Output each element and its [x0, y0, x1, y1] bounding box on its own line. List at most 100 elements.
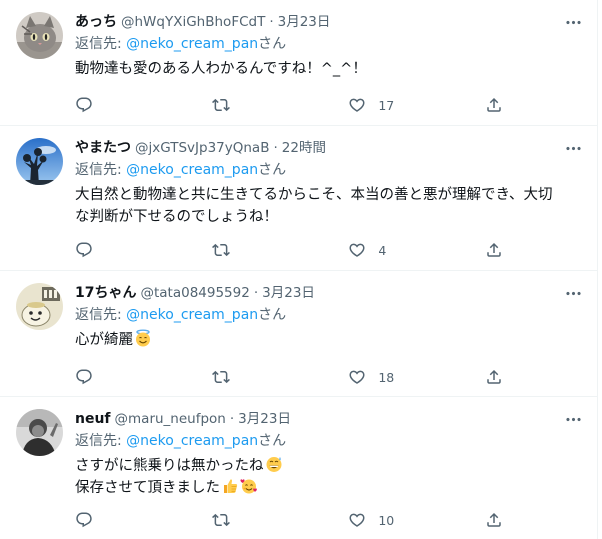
tweet-text-segment: 心が綺麗 [75, 332, 133, 348]
smiling-face-with-hearts-emoji [240, 479, 257, 494]
smiling-face-with-halo-emoji [136, 329, 150, 347]
reply-context: 返信先: @neko_cream_panさん [75, 431, 585, 451]
mention-link[interactable]: @neko_cream_pan [126, 162, 258, 178]
retweet-button[interactable] [212, 94, 292, 116]
share-button[interactable] [485, 239, 505, 261]
more-horizontal-icon [564, 13, 583, 32]
reply-suffix: さん [258, 433, 287, 449]
retweet-arrows-icon [212, 368, 230, 386]
retweet-button[interactable] [212, 509, 292, 531]
character-illustration-avatar [16, 283, 63, 330]
tweet[interactable]: あっち @hWqYXiGhBhoFCdT · 3月23日 返信先: @neko_… [0, 0, 597, 126]
avatar[interactable] [16, 409, 63, 456]
tweet[interactable]: 17ちゃん @tata08495592 · 3月23日 返信先: @neko_c… [0, 271, 597, 397]
user-handle[interactable]: @hWqYXiGhBhoFCdT [121, 12, 265, 32]
sky-tree-photo-avatar [16, 138, 63, 185]
reply-prefix: 返信先: [75, 36, 127, 52]
action-bar: 17 [75, 94, 505, 116]
monochrome-person-photo-avatar [16, 409, 63, 456]
more-options-button[interactable] [561, 10, 585, 34]
action-bar: 4 [75, 239, 505, 261]
reply-button[interactable] [75, 239, 155, 261]
avatar[interactable] [16, 138, 63, 185]
user-handle[interactable]: @maru_neufpon [115, 409, 226, 429]
heart-icon [348, 241, 366, 259]
tweet-text-segment: さすがに熊乗りは無かったね [75, 458, 264, 474]
reply-context: 返信先: @neko_cream_panさん [75, 160, 585, 180]
like-count: 4 [378, 242, 387, 258]
like-button[interactable]: 10 [348, 509, 428, 531]
mention-link[interactable]: @neko_cream_pan [126, 307, 258, 323]
avatar[interactable] [16, 283, 63, 330]
tweet-text-line: 心が綺麗 [75, 329, 585, 351]
retweet-arrows-icon [212, 96, 230, 114]
tweet-text-line: 保存させて頂きました [75, 477, 585, 499]
share-upload-icon [485, 241, 503, 259]
like-count: 17 [378, 97, 395, 113]
more-options-button[interactable] [561, 407, 585, 431]
timestamp[interactable]: 3月23日 [278, 12, 331, 32]
action-bar: 10 [75, 509, 505, 531]
tweet[interactable]: やまたつ @jxGTSvJp37yQnaB · 22時間 返信先: @neko_… [0, 126, 597, 271]
share-button[interactable] [485, 509, 505, 531]
reply-prefix: 返信先: [75, 162, 127, 178]
share-upload-icon [485, 511, 503, 529]
avatar[interactable] [16, 12, 63, 59]
action-bar: 18 [75, 366, 505, 388]
more-options-button[interactable] [561, 281, 585, 305]
share-upload-icon [485, 96, 503, 114]
like-button[interactable]: 18 [348, 366, 428, 388]
reply-context: 返信先: @neko_cream_panさん [75, 305, 585, 325]
reply-prefix: 返信先: [75, 433, 127, 449]
reply-suffix: さん [258, 162, 287, 178]
display-name[interactable]: 17ちゃん [75, 283, 136, 303]
tweet-text: 動物達も愛のある人わかるんですね！^_^！ [75, 58, 585, 80]
like-count: 18 [378, 369, 395, 385]
separator-dot: · [229, 411, 235, 427]
reply-suffix: さん [258, 307, 287, 323]
tweet-text: 大自然と動物達と共に生きてるからこそ、本当の善と悪が理解でき、大切 な判断が下せ… [75, 184, 585, 228]
display-name[interactable]: あっち [75, 12, 117, 32]
reply-bubble-icon [75, 511, 93, 529]
reply-prefix: 返信先: [75, 307, 127, 323]
separator-dot: · [269, 14, 274, 30]
retweet-button[interactable] [212, 366, 292, 388]
more-horizontal-icon [564, 410, 583, 429]
user-handle[interactable]: @jxGTSvJp37yQnaB [135, 138, 269, 158]
reply-button[interactable] [75, 509, 155, 531]
reply-bubble-icon [75, 368, 93, 386]
more-options-button[interactable] [561, 136, 585, 160]
timestamp[interactable]: 22時間 [282, 138, 326, 158]
retweet-button[interactable] [212, 239, 292, 261]
reply-context: 返信先: @neko_cream_panさん [75, 34, 585, 54]
tweet-text-line: さすがに熊乗りは無かったね [75, 455, 585, 477]
display-name[interactable]: やまたつ [75, 138, 131, 158]
reply-bubble-icon [75, 96, 93, 114]
share-button[interactable] [485, 366, 505, 388]
timestamp[interactable]: 3月23日 [262, 283, 315, 303]
user-handle[interactable]: @tata08495592 [140, 283, 249, 303]
separator-dot: · [273, 140, 278, 156]
like-count: 10 [378, 512, 395, 528]
like-button[interactable]: 4 [348, 239, 428, 261]
share-button[interactable] [485, 94, 505, 116]
heart-icon [348, 96, 366, 114]
mention-link[interactable]: @neko_cream_pan [126, 433, 258, 449]
timestamp[interactable]: 3月23日 [238, 409, 291, 429]
tweet[interactable]: neuf @maru_neufpon · 3月23日 返信先: @neko_cr… [0, 397, 597, 539]
reply-bubble-icon [75, 241, 93, 259]
more-horizontal-icon [564, 139, 583, 158]
thumbs-up-emoji [224, 479, 238, 493]
like-button[interactable]: 17 [348, 94, 428, 116]
mention-link[interactable]: @neko_cream_pan [126, 36, 258, 52]
tweet-text: 心が綺麗 [75, 329, 585, 351]
retweet-arrows-icon [212, 241, 230, 259]
reply-button[interactable] [75, 366, 155, 388]
reply-button[interactable] [75, 94, 155, 116]
reply-suffix: さん [258, 36, 287, 52]
cat-photo-avatar [16, 12, 63, 59]
tweet-text: さすがに熊乗りは無かったね 保存させて頂きました [75, 455, 585, 499]
tweet-text-line: な判断が下せるのでしょうね！ [75, 209, 278, 225]
display-name[interactable]: neuf [75, 409, 111, 429]
heart-icon [348, 368, 366, 386]
